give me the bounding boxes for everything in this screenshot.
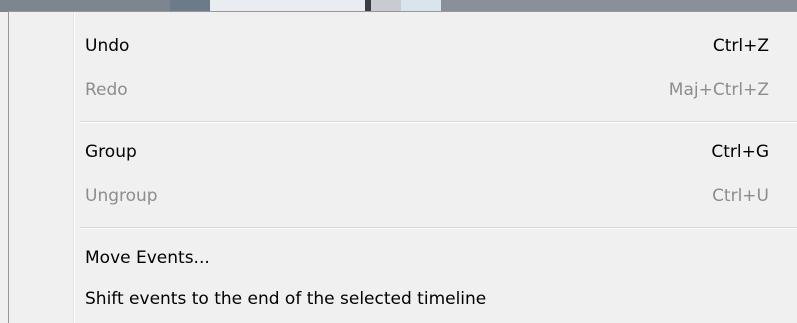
- menu-item-redo[interactable]: Redo Maj+Ctrl+Z: [9, 72, 797, 108]
- menu-item-shortcut: Ctrl+G: [711, 142, 769, 162]
- menu-item-shortcut: Ctrl+U: [712, 186, 769, 206]
- menu-item-shortcut: Ctrl+Z: [712, 36, 769, 56]
- menu-item-shortcut: Maj+Ctrl+Z: [668, 80, 769, 100]
- menu-item-label: Undo: [85, 36, 130, 56]
- menu-item-group[interactable]: Group Ctrl+G: [9, 134, 797, 170]
- menu-item-label: Ungroup: [85, 186, 158, 206]
- menu-item-ungroup[interactable]: Ungroup Ctrl+U: [9, 178, 797, 214]
- menu-item-shift-events-to-end[interactable]: Shift events to the end of the selected …: [9, 281, 797, 317]
- menu-item-undo[interactable]: Undo Ctrl+Z: [9, 28, 797, 64]
- menu-item-label: Shift events to the end of the selected …: [85, 289, 487, 309]
- menu-item-move-events[interactable]: Move Events...: [9, 240, 797, 276]
- menu-item-label: Move Events...: [85, 248, 210, 268]
- menu-separator: [80, 227, 797, 229]
- menu-separator: [80, 121, 797, 123]
- context-menu: Undo Ctrl+Z Redo Maj+Ctrl+Z Group Ctrl+G…: [8, 11, 797, 323]
- menu-item-label: Redo: [85, 80, 128, 100]
- menu-item-label: Group: [85, 142, 137, 162]
- screen: Undo Ctrl+Z Redo Maj+Ctrl+Z Group Ctrl+G…: [0, 0, 797, 323]
